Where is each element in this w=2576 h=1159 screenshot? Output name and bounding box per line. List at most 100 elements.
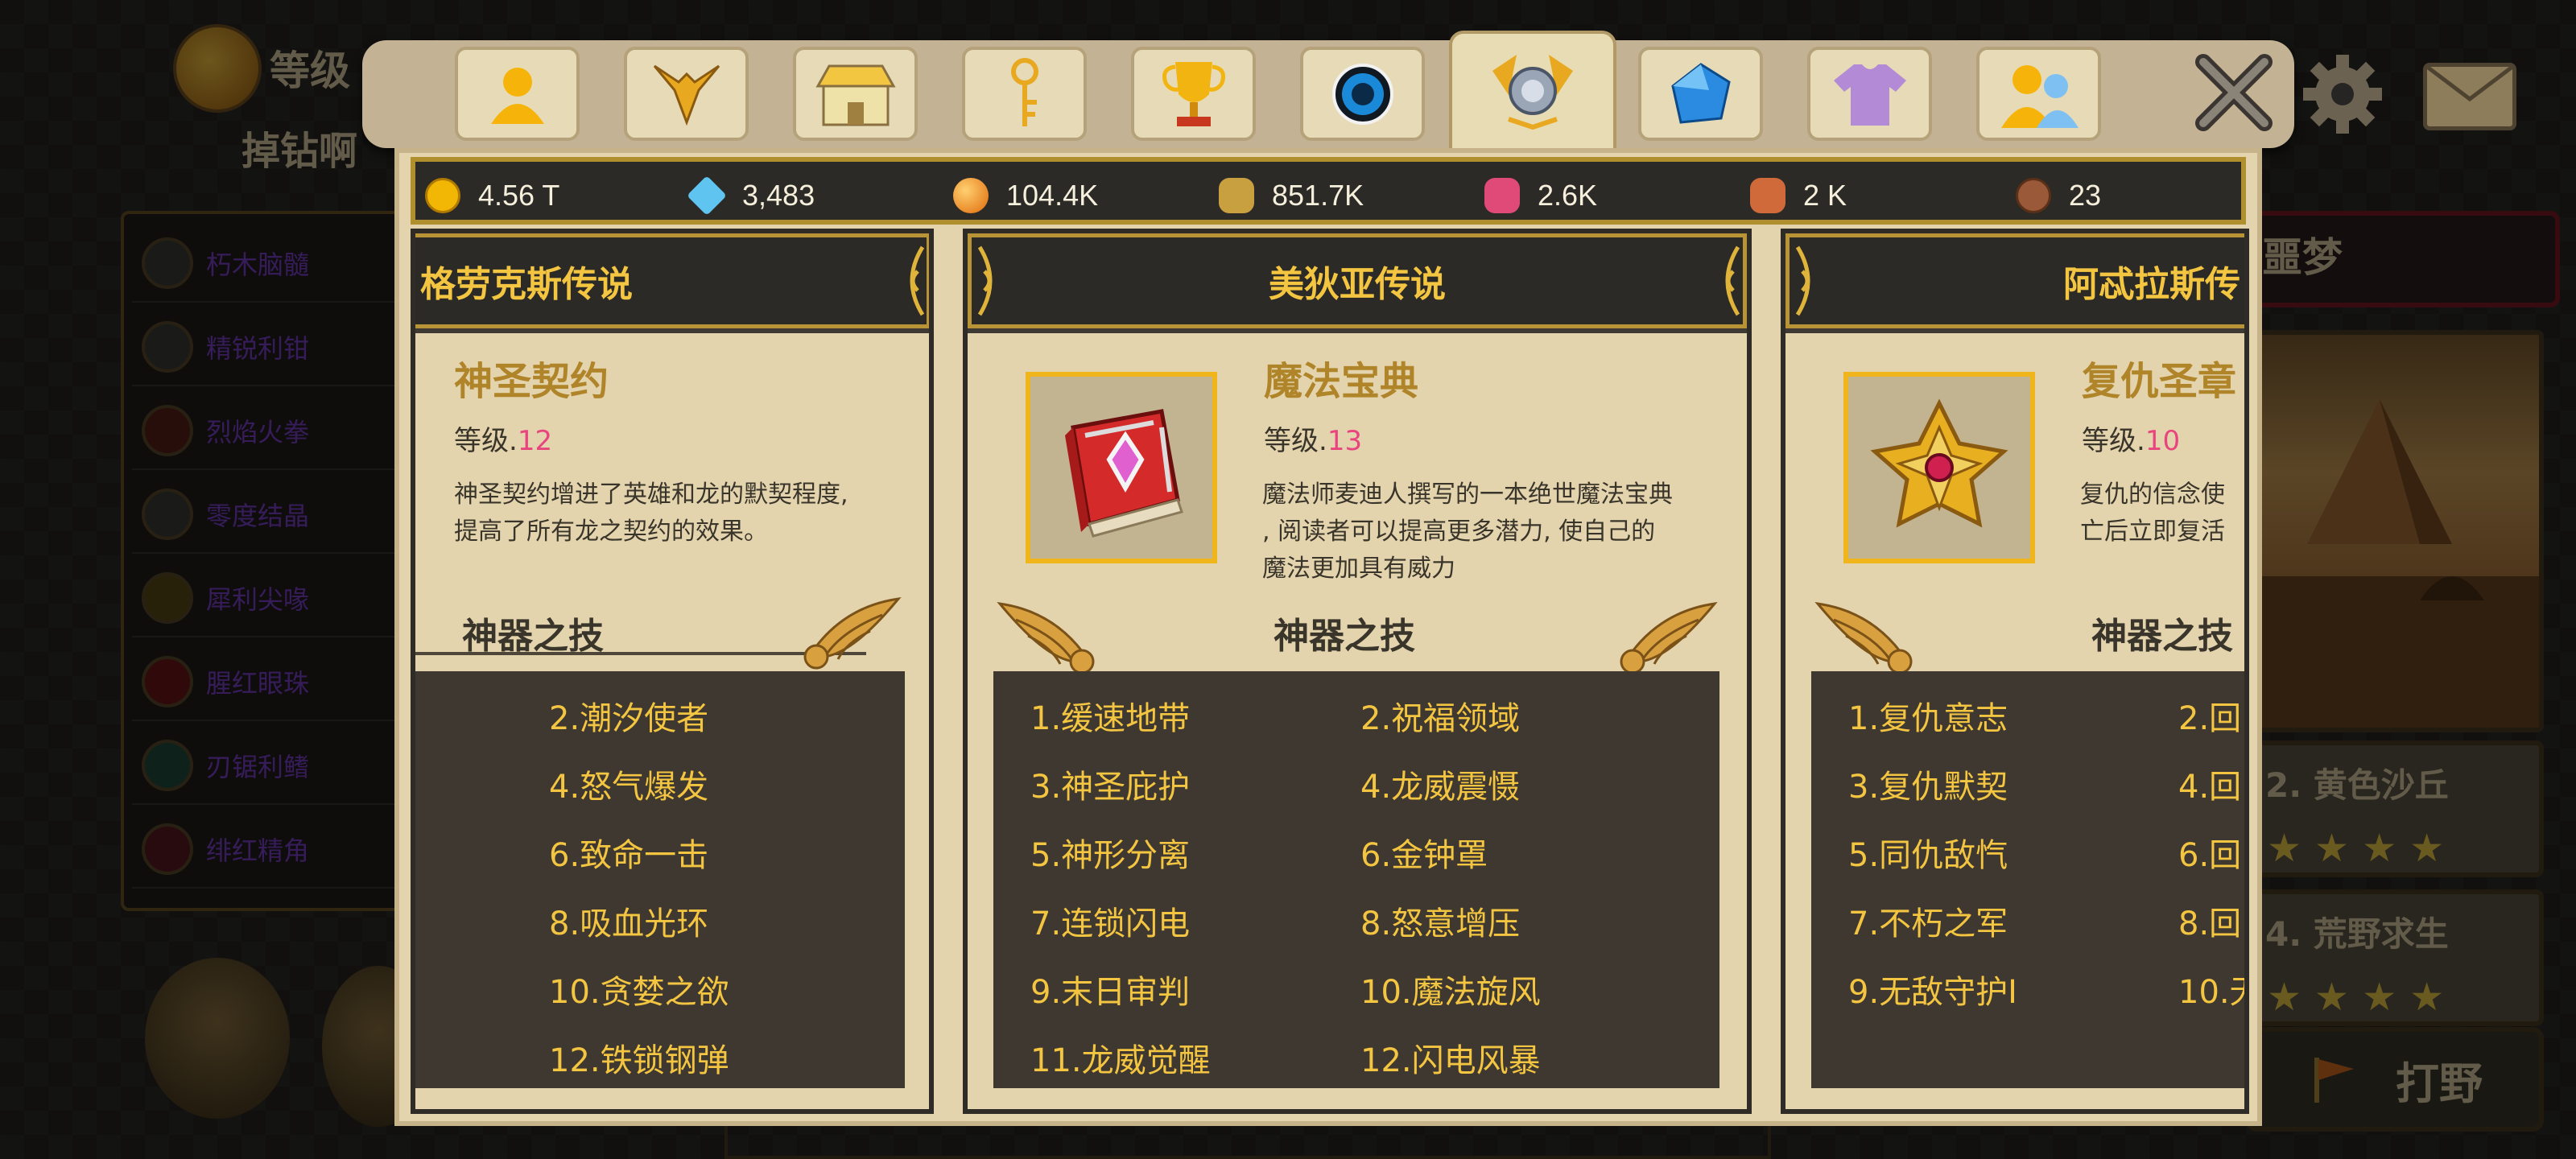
list-item-label: 刃锯利鳍	[206, 752, 310, 782]
shop-icon	[815, 64, 896, 126]
resource-value: 104.4K	[1006, 179, 1099, 212]
ornament-icon	[1795, 245, 1810, 316]
skills-title: 神器之技	[1274, 616, 1415, 657]
skill-item[interactable]: 10.贪婪之欲	[549, 966, 729, 1013]
skill-item[interactable]: 8.回	[2178, 897, 2241, 944]
card-title: 阿忒拉斯传	[2063, 265, 2240, 304]
skill-item[interactable]: 9.末日审判	[1030, 966, 1190, 1013]
item-image[interactable]	[1026, 372, 1217, 563]
resource-value: 3,483	[742, 179, 815, 212]
dragon-statue-icon[interactable]	[145, 958, 290, 1119]
list-item-label: 烈焰火拳	[206, 417, 310, 448]
skill-item[interactable]: 2.潮汐使者	[549, 692, 708, 739]
skill-item[interactable]: 8.怒意增压	[1360, 897, 1520, 944]
skill-item[interactable]: 1.复仇意志	[1848, 692, 2008, 739]
skills-title: 神器之技	[462, 616, 604, 657]
stage-image[interactable]	[2254, 330, 2544, 732]
player-avatar[interactable]	[173, 24, 262, 113]
resource-value: 851.7K	[1272, 179, 1364, 212]
skill-item[interactable]: 9.无敌守护I	[1848, 966, 2017, 1013]
close-button[interactable]	[2190, 48, 2278, 137]
skill-item[interactable]: 10.无	[2178, 966, 2244, 1013]
description-line: , 阅读者可以提高更多潜力, 使自己的	[1262, 518, 1656, 546]
mail-button[interactable]	[2423, 63, 2516, 130]
tab-artifact[interactable]	[1449, 31, 1616, 151]
skill-item[interactable]: 11.龙威觉醒	[1030, 1034, 1211, 1081]
star-rating: ★★★★	[2267, 975, 2458, 1020]
beak-icon	[142, 572, 193, 624]
stage-card[interactable]: 2. 黄色沙丘 ★★★★	[2254, 740, 2544, 877]
item-image[interactable]	[1843, 372, 2035, 563]
beast-icon	[1750, 178, 1785, 213]
tab-friends[interactable]	[1976, 47, 2101, 141]
tab-shop[interactable]	[793, 47, 918, 141]
skill-item[interactable]: 5.同仇敌忾	[1848, 829, 2008, 876]
list-item-label: 腥红眼珠	[206, 668, 310, 699]
tab-hero[interactable]	[455, 47, 580, 141]
skill-item[interactable]: 7.连锁闪电	[1030, 897, 1190, 944]
skill-item[interactable]: 3.复仇默契	[1848, 761, 2008, 807]
skill-item[interactable]: 1.缓速地带	[1030, 692, 1190, 739]
wing-icon	[803, 596, 902, 670]
tab-trophy[interactable]	[1131, 47, 1256, 141]
tab-gem[interactable]	[1638, 47, 1763, 141]
skill-item[interactable]: 6.回	[2178, 829, 2241, 876]
resource-value: 2.6K	[1538, 179, 1598, 212]
skill-item[interactable]: 12.闪电风暴	[1360, 1034, 1541, 1081]
item-description: 魔法师麦迪人撰写的一本绝世魔法宝典 , 阅读者可以提高更多潜力, 使自己的 魔法…	[1262, 476, 1729, 588]
tab-orb[interactable]	[1300, 47, 1425, 141]
skill-item[interactable]: 10.魔法旋风	[1360, 966, 1541, 1013]
artifact-card-atlas[interactable]: 阿忒拉斯传 复仇圣章 等级.10 复仇的信念使 亡后立即复活 神器之技 1.复仇…	[1781, 229, 2249, 1114]
list-item-label: 朽木脑髓	[206, 250, 310, 280]
description-line: 亡后立即复活	[2080, 518, 2225, 546]
resource-diamond: 3,483	[687, 175, 815, 216]
tab-key[interactable]	[962, 47, 1087, 141]
star-rating: ★★★★	[2267, 826, 2458, 871]
artifact-card-glaux[interactable]: 格劳克斯传说 神圣契约 等级.12 神圣契约增进了英雄和龙的默契程度, 提高了所…	[411, 229, 934, 1114]
skill-item[interactable]: 7.不朽之军	[1848, 897, 2008, 944]
tab-dragon[interactable]	[624, 47, 749, 141]
skill-item[interactable]: 4.龙威震慑	[1360, 761, 1520, 807]
skill-item[interactable]: 12.铁锁钢弹	[549, 1034, 729, 1081]
player-name: 掉钻啊	[242, 129, 358, 174]
level-value: 13	[1327, 425, 1363, 457]
skill-item[interactable]: 4.回	[2178, 761, 2241, 807]
resource-value: 2 K	[1803, 179, 1847, 212]
orange-orb-icon	[953, 178, 989, 213]
item-description: 神圣契约增进了英雄和龙的默契程度, 提高了所有龙之契约的效果。	[454, 476, 921, 551]
resource-dragon-essence: 851.7K	[1219, 176, 1364, 215]
skill-item[interactable]: 6.致命一击	[549, 829, 708, 876]
skill-item[interactable]: 4.怒气爆发	[549, 761, 708, 807]
desert-scene	[2259, 399, 2539, 729]
skill-item[interactable]: 3.神圣庇护	[1030, 761, 1190, 807]
description-line: 神圣契约增进了英雄和龙的默契程度,	[454, 481, 848, 509]
claw-icon	[142, 321, 193, 373]
description-line: 魔法更加具有威力	[1262, 555, 1455, 583]
stage-card-label: 2. 黄色沙丘	[2265, 765, 2449, 805]
resource-bar: 4.56 T 3,483 104.4K 851.7K 2.6K 2 K 23	[411, 157, 2246, 225]
artifact-card-medea[interactable]: 美狄亚传说 魔法宝典 等级.13 魔法师麦迪人撰写的一本绝世魔法宝典 , 阅读者…	[963, 229, 1752, 1114]
ornament-icon	[910, 245, 925, 316]
key-icon	[1010, 57, 1038, 126]
friends-icon	[2000, 64, 2079, 128]
eye-icon	[142, 656, 193, 707]
crystal-icon	[142, 489, 193, 540]
settings-button[interactable]	[2298, 50, 2387, 138]
fin-icon	[142, 740, 193, 791]
skill-item[interactable]: 2.祝福领域	[1360, 692, 1520, 739]
resource-value: 23	[2069, 179, 2102, 212]
stage-card[interactable]: 4. 荒野求生 ★★★★	[2254, 889, 2544, 1026]
skill-item[interactable]: 6.金钟罩	[1360, 829, 1488, 876]
horn-icon	[142, 823, 193, 875]
tab-shirt[interactable]	[1807, 47, 1932, 141]
mail-icon	[2427, 67, 2512, 102]
trophy-icon	[1162, 61, 1225, 126]
card-body: 魔法宝典 等级.13 魔法师麦迪人撰写的一本绝世魔法宝典 , 阅读者可以提高更多…	[968, 333, 1747, 1109]
skill-item[interactable]: 8.吸血光环	[549, 897, 708, 944]
dragon-essence-icon	[1219, 178, 1254, 213]
item-level: 等级.10	[2082, 419, 2180, 458]
level-label: 等级.	[2082, 425, 2145, 457]
skill-item[interactable]: 2.回	[2178, 692, 2241, 739]
hunt-button[interactable]: 打野	[2246, 1027, 2544, 1132]
skill-item[interactable]: 5.神形分离	[1030, 829, 1190, 876]
